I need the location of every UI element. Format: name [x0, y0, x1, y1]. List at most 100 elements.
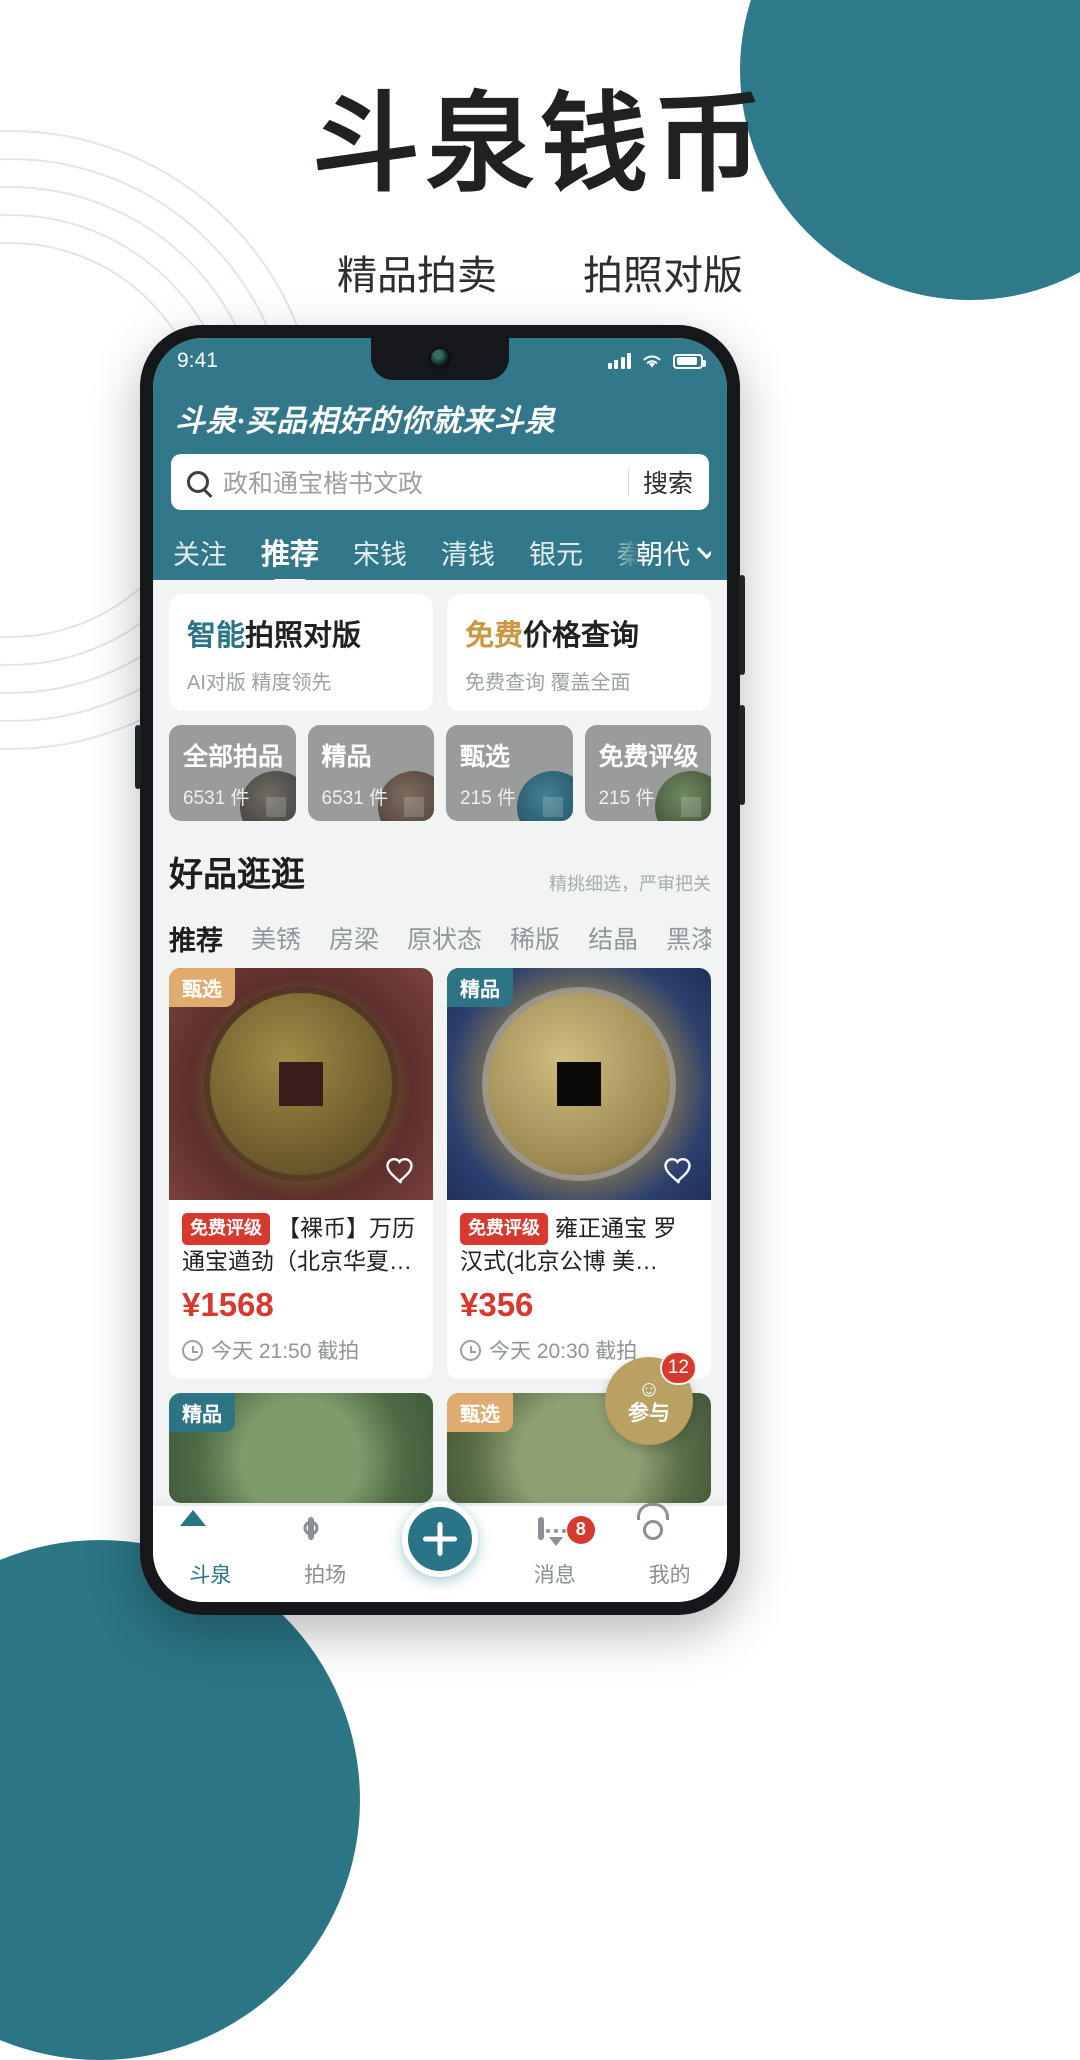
subtab-jiejing[interactable]: 结晶 [588, 920, 638, 956]
nav-label: 拍场 [304, 1563, 347, 1587]
signal-icon [607, 353, 631, 369]
product-image[interactable]: 精品 [447, 968, 711, 1200]
feature-card-photo-match[interactable]: 智能拍照对版 AI对版 精度领先 [169, 594, 433, 711]
product-price: ¥1568 [182, 1286, 274, 1323]
hero-subtitle-2: 拍照对版 [583, 253, 743, 298]
product-title: 免费评级 【裸币】万历通宝遒劲（北京华夏… [182, 1212, 420, 1280]
product-badge: 甄选 [169, 968, 235, 1007]
join-auction-button[interactable]: ☺ 参与 12 [605, 1351, 697, 1445]
chip-count: 215 件 [598, 788, 655, 809]
product-price: ¥356 [460, 1286, 534, 1323]
feature-highlight-1: 智能 [187, 620, 246, 652]
dynasty-filter-button[interactable]: 朝代 [610, 524, 711, 580]
nav-label: 斗泉 [189, 1563, 232, 1587]
section-subtabs[interactable]: 推荐 美锈 房梁 原状态 稀版 结晶 黑漆古 搓米 [169, 916, 711, 960]
product-badge: 精品 [169, 1393, 235, 1432]
coin-photo [210, 993, 392, 1175]
section-header: 好品逛逛 精挑细选，严审把关 [169, 847, 711, 896]
chip-zhenxuan[interactable]: 甄选 215 件 [446, 725, 573, 821]
page-title: 斗泉钱币 [311, 83, 768, 204]
nav-label: 我的 [648, 1563, 691, 1587]
chip-free-grading[interactable]: 免费评级 215 件 [584, 725, 711, 821]
bottom-navigation: 斗泉 拍场 8 消息 我的 [153, 1501, 727, 1602]
search-divider [627, 468, 629, 496]
feature-sub-1: AI对版 精度领先 [187, 672, 332, 694]
favorite-heart-icon[interactable] [661, 1152, 697, 1188]
subtab-heiqigu[interactable]: 黑漆古 [666, 920, 711, 956]
chip-count: 6531 件 [183, 788, 250, 809]
water-drop-icon [193, 1520, 227, 1554]
message-badge: 8 [566, 1515, 595, 1544]
clock-icon [460, 1339, 481, 1361]
chevron-down-icon [696, 539, 711, 560]
product-image[interactable]: 甄选 [169, 968, 433, 1200]
product-card[interactable]: 精品 [169, 1393, 433, 1503]
feature-rest-1: 拍照对版 [245, 620, 362, 652]
phone-mockup: 9:41 斗泉·买品相好的你就来斗泉 政和通宝楷书文政 搜索 关注 推荐 宋钱 … [135, 325, 745, 1615]
product-image[interactable]: 精品 [169, 1393, 433, 1503]
product-badge: 甄选 [447, 1393, 513, 1432]
diamond-icon [308, 1516, 342, 1554]
product-badge: 精品 [447, 968, 513, 1007]
search-input[interactable]: 政和通宝楷书文政 [209, 464, 614, 500]
nav-item-paichang[interactable]: 拍场 [268, 1516, 383, 1589]
background-blob-bottom-left [0, 1540, 360, 2060]
join-count-badge: 12 [659, 1351, 697, 1385]
product-card[interactable]: 精品 免费评级 雍正通宝 罗汉式(北京公博 美… ¥356 今天 20:30 截… [447, 968, 711, 1379]
product-deadline-text: 今天 21:50 截拍 [211, 1340, 360, 1363]
nav-label: 消息 [533, 1563, 576, 1587]
join-label: 参与 [628, 1402, 670, 1425]
tab-guanzhu[interactable]: 关注 [173, 533, 227, 572]
person-icon [653, 1520, 687, 1554]
product-deadline: 今天 21:50 截拍 [182, 1335, 420, 1365]
person-raise-hand-icon: ☺ [637, 1376, 661, 1401]
feature-cards: 智能拍照对版 AI对版 精度领先 免费价格查询 免费查询 覆盖全面 [169, 594, 711, 711]
category-chips: 全部拍品 6531 件 精品 6531 件 甄选 215 件 免费评级 215 … [169, 725, 711, 821]
favorite-heart-icon[interactable] [383, 1152, 419, 1188]
chip-all-lots[interactable]: 全部拍品 6531 件 [169, 725, 296, 821]
product-deadline-text: 今天 20:30 截拍 [489, 1340, 638, 1363]
product-title: 免费评级 雍正通宝 罗汉式(北京公博 美… [460, 1212, 698, 1280]
subtab-xiban[interactable]: 稀版 [510, 920, 560, 956]
chip-count: 6531 件 [321, 788, 389, 809]
subtab-fangliang[interactable]: 房梁 [329, 920, 379, 956]
battery-icon [673, 353, 706, 369]
chip-label: 甄选 [460, 743, 511, 771]
tab-songqian[interactable]: 宋钱 [353, 533, 407, 572]
search-bar[interactable]: 政和通宝楷书文政 搜索 [171, 454, 709, 510]
product-tag: 免费评级 [460, 1213, 548, 1245]
coin-photo [488, 993, 670, 1175]
tab-tuijian[interactable]: 推荐 [261, 531, 319, 573]
chip-label: 免费评级 [598, 743, 699, 771]
section-note: 精挑细选，严审把关 [549, 874, 711, 894]
search-button[interactable]: 搜索 [643, 464, 693, 500]
tab-qingqian[interactable]: 清钱 [441, 533, 495, 572]
nav-item-xiaoxi[interactable]: 8 消息 [497, 1515, 612, 1589]
feature-rest-2: 价格查询 [523, 620, 640, 652]
plus-icon[interactable] [401, 1501, 478, 1577]
hero-section: 斗泉钱币 精品拍卖 拍照对版 [0, 0, 1080, 301]
category-tabs[interactable]: 关注 推荐 宋钱 清钱 银元 秦汉 朝代 [169, 524, 711, 580]
subtab-meixiu[interactable]: 美锈 [251, 920, 301, 956]
hero-subtitle-1: 精品拍卖 [337, 253, 497, 298]
subtab-tuijian[interactable]: 推荐 [169, 919, 223, 958]
app-content: 智能拍照对版 AI对版 精度领先 免费价格查询 免费查询 覆盖全面 全部拍品 6… [153, 580, 727, 1503]
chip-jingpin[interactable]: 精品 6531 件 [307, 725, 434, 821]
message-bubble-icon [537, 1516, 572, 1554]
search-icon [187, 471, 209, 493]
chip-label: 全部拍品 [183, 743, 284, 771]
product-tag: 免费评级 [182, 1213, 270, 1245]
front-camera-icon [429, 347, 451, 369]
tab-yinyuan[interactable]: 银元 [529, 533, 583, 572]
chip-label: 精品 [321, 743, 372, 771]
subtab-yuanzhuangtai[interactable]: 原状态 [407, 920, 482, 956]
phone-screen: 9:41 斗泉·买品相好的你就来斗泉 政和通宝楷书文政 搜索 关注 推荐 宋钱 … [153, 338, 727, 1602]
product-card[interactable]: 甄选 免费评级 【裸币】万历通宝遒劲（北京华夏… ¥1568 今天 21:50 … [169, 968, 433, 1379]
nav-item-douquan[interactable]: 斗泉 [153, 1520, 268, 1589]
dynasty-filter-label: 朝代 [636, 539, 690, 570]
nav-item-wode[interactable]: 我的 [612, 1520, 727, 1589]
nav-item-add[interactable] [383, 1501, 498, 1577]
status-time: 9:41 [177, 349, 218, 372]
app-slogan: 斗泉·买品相好的你就来斗泉 [175, 405, 556, 438]
feature-card-price-query[interactable]: 免费价格查询 免费查询 覆盖全面 [447, 594, 711, 711]
